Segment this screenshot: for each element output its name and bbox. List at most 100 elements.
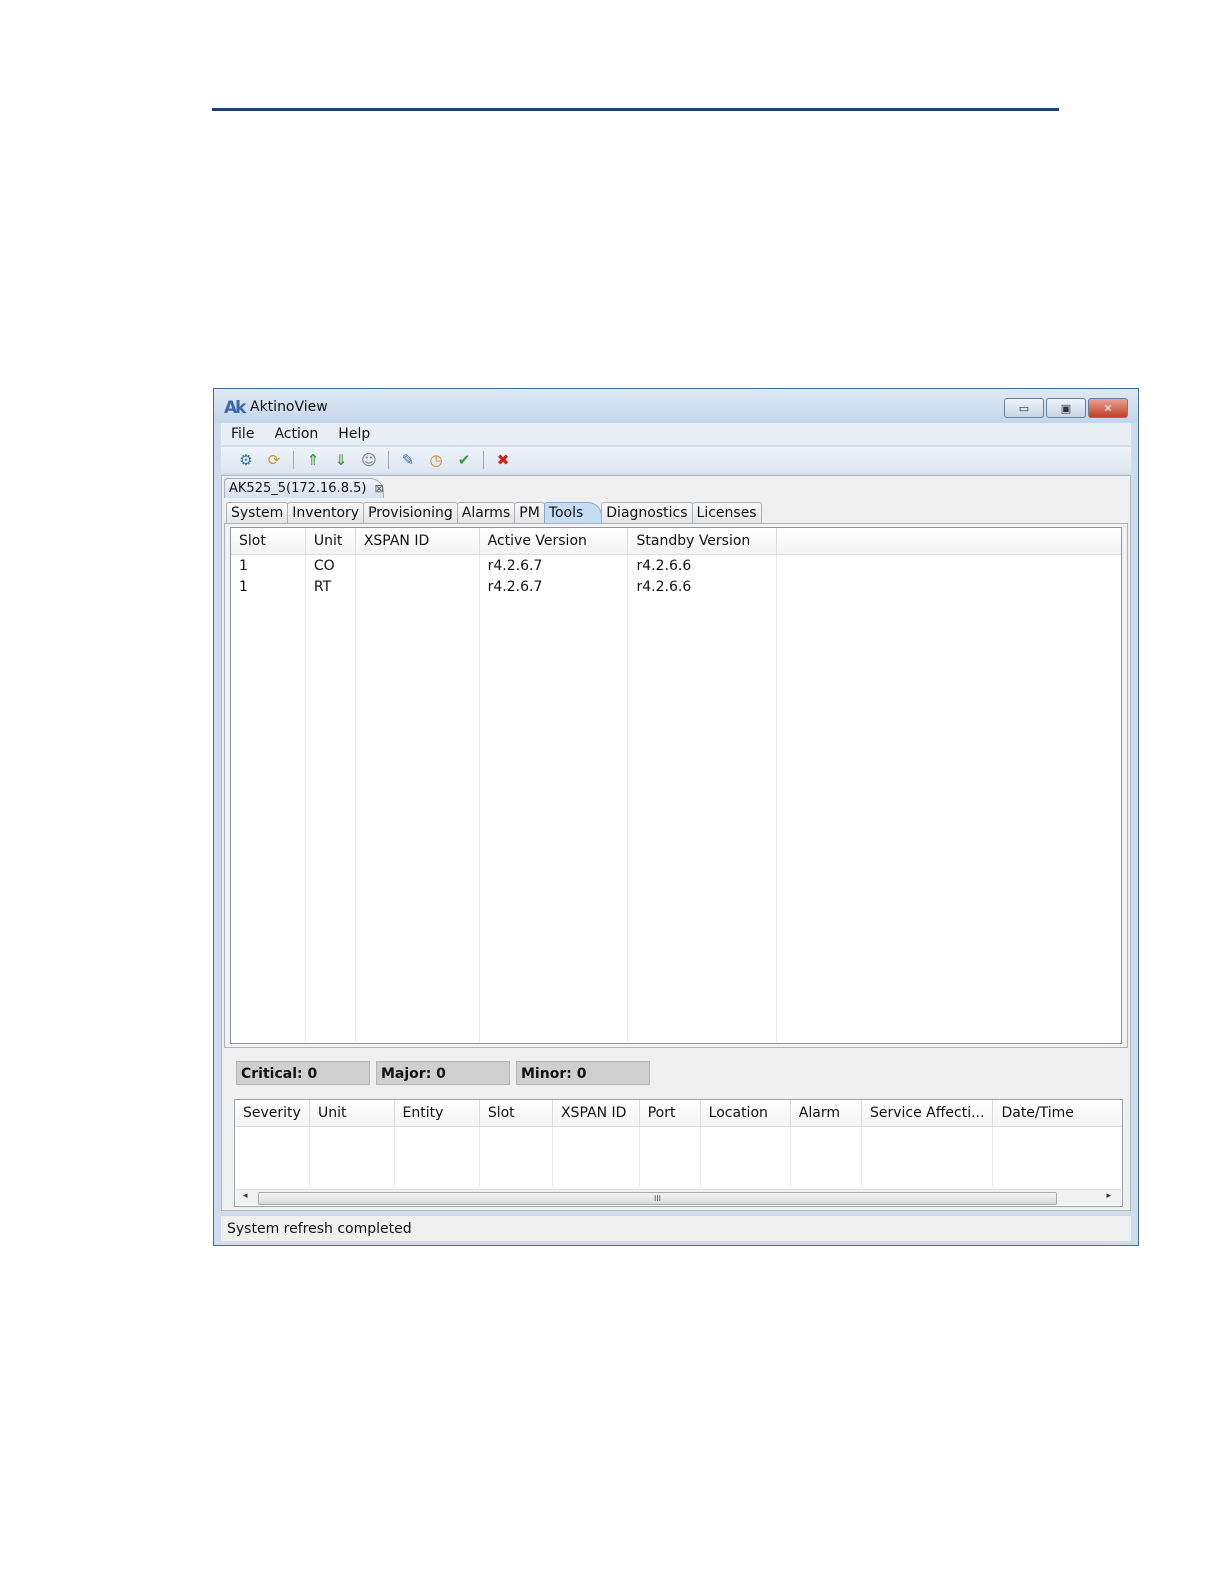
content-area: AK525_5(172.16.8.5) ⊠ System Inventory P… (221, 475, 1131, 1211)
cell-standby-version: r4.2.6.6 (627, 576, 778, 597)
tab-diagnostics[interactable]: Diagnostics (601, 502, 693, 523)
column-header-xspan-id[interactable]: XSPAN ID (552, 1100, 640, 1127)
column-header-unit[interactable]: Unit (305, 528, 356, 555)
refresh-icon[interactable]: ⟳ (263, 449, 285, 471)
tab-alarms[interactable]: Alarms (456, 502, 516, 523)
empty-cell (479, 1126, 553, 1187)
alarms-header-row: Severity Unit Entity Slot XSPAN ID Port … (235, 1100, 1122, 1127)
cell-unit: RT (305, 576, 356, 597)
empty-alarm-area (235, 1126, 1122, 1188)
tab-inventory[interactable]: Inventory (287, 502, 365, 523)
cell-standby-version: r4.2.6.6 (627, 554, 778, 576)
menu-help[interactable]: Help (328, 426, 380, 442)
column-header-entity[interactable]: Entity (394, 1100, 480, 1127)
empty-cell (479, 597, 629, 1043)
window-controls: ▭ ▣ ✕ (1004, 398, 1128, 418)
user-icon[interactable]: ☺ (358, 449, 380, 471)
column-header-location[interactable]: Location (700, 1100, 791, 1127)
cell-filler (777, 555, 1121, 577)
scroll-right-icon[interactable]: ▸ (1106, 1191, 1111, 1201)
scroll-left-icon[interactable]: ◂ (243, 1191, 248, 1201)
app-logo-icon: Ak (224, 398, 247, 418)
column-header-port[interactable]: Port (639, 1100, 701, 1127)
cell-xspan-id (355, 576, 480, 597)
empty-cell (861, 1126, 994, 1187)
empty-cell (627, 597, 778, 1043)
tab-pm[interactable]: PM (514, 502, 545, 523)
menu-action[interactable]: Action (264, 426, 328, 442)
menu-bar: File Action Help (221, 423, 1131, 445)
toolbar-separator (388, 451, 389, 469)
empty-cell (231, 597, 306, 1043)
column-header-date-time[interactable]: Date/Time (992, 1100, 1122, 1127)
upload-icon[interactable]: ⇑ (302, 449, 324, 471)
clock-icon[interactable]: ◷ (425, 449, 447, 471)
alarms-table: Severity Unit Entity Slot XSPAN ID Port … (234, 1099, 1123, 1207)
cell-slot: 1 (231, 576, 306, 597)
table-row[interactable]: 1 RT r4.2.6.7 r4.2.6.6 (231, 576, 1121, 597)
app-window: Ak AktinoView ▭ ▣ ✕ File Action Help ⚙ ⟳… (213, 388, 1139, 1246)
alarm-counts: Critical: 0 Major: 0 Minor: 0 (236, 1061, 650, 1085)
column-header-unit[interactable]: Unit (309, 1100, 395, 1127)
tab-system[interactable]: System (226, 502, 289, 523)
scroll-thumb[interactable]: III (258, 1192, 1057, 1205)
empty-cell (394, 1126, 480, 1187)
empty-cell (552, 1126, 640, 1187)
column-header-active-version[interactable]: Active Version (479, 528, 629, 555)
horizontal-scrollbar[interactable]: ◂ III ▸ (236, 1189, 1121, 1205)
device-tab-label: AK525_5(172.16.8.5) (229, 481, 367, 496)
column-header-severity[interactable]: Severity (235, 1100, 310, 1127)
menu-file[interactable]: File (221, 426, 264, 442)
empty-cell (639, 1126, 701, 1187)
cell-unit: CO (305, 554, 356, 576)
minimize-button[interactable]: ▭ (1004, 398, 1044, 418)
cell-active-version: r4.2.6.7 (479, 576, 629, 597)
tab-tools[interactable]: Tools (543, 502, 603, 523)
tools-panel: Slot Unit XSPAN ID Active Version Standb… (224, 523, 1128, 1048)
column-header-slot[interactable]: Slot (479, 1100, 553, 1127)
column-header-alarm[interactable]: Alarm (790, 1100, 862, 1127)
column-header-standby-version[interactable]: Standby Version (627, 528, 778, 555)
table-row[interactable]: 1 CO r4.2.6.7 r4.2.6.6 (231, 554, 1121, 577)
empty-cell (700, 1126, 791, 1187)
close-button[interactable]: ✕ (1088, 398, 1128, 418)
versions-table: Slot Unit XSPAN ID Active Version Standb… (230, 527, 1122, 1044)
versions-header-row: Slot Unit XSPAN ID Active Version Standb… (231, 528, 1121, 555)
title-bar: Ak AktinoView ▭ ▣ ✕ (214, 389, 1138, 423)
empty-cell (355, 597, 480, 1043)
window-title: AktinoView (250, 399, 328, 415)
toolbar-separator (293, 451, 294, 469)
empty-cell (305, 597, 356, 1043)
empty-cell (777, 597, 1121, 1043)
connect-icon[interactable]: ⚙ (235, 449, 257, 471)
major-count: Major: 0 (376, 1061, 510, 1085)
config-icon[interactable]: ✎ (397, 449, 419, 471)
device-tab[interactable]: AK525_5(172.16.8.5) ⊠ (224, 478, 384, 498)
cell-slot: 1 (231, 554, 306, 576)
stop-icon[interactable]: ✖ (492, 449, 514, 471)
toolbar-separator (483, 451, 484, 469)
check-icon[interactable]: ✔ (453, 449, 475, 471)
status-bar: System refresh completed (221, 1215, 1131, 1241)
empty-table-area (231, 597, 1121, 1043)
tab-provisioning[interactable]: Provisioning (363, 502, 458, 523)
toolbar: ⚙ ⟳ ⇑ ⇓ ☺ ✎ ◷ ✔ ✖ (221, 447, 1131, 473)
empty-cell (993, 1127, 1122, 1188)
maximize-button[interactable]: ▣ (1046, 398, 1086, 418)
tab-licenses[interactable]: Licenses (691, 502, 762, 523)
column-header-xspan-id[interactable]: XSPAN ID (355, 528, 480, 555)
cell-filler (777, 576, 1121, 597)
critical-count: Critical: 0 (236, 1061, 370, 1085)
column-header-service-affecting[interactable]: Service Affecti... (861, 1100, 994, 1127)
minor-count: Minor: 0 (516, 1061, 650, 1085)
empty-cell (235, 1126, 310, 1187)
column-header-slot[interactable]: Slot (231, 528, 306, 555)
tab-strip: System Inventory Provisioning Alarms PM … (226, 502, 762, 523)
page-header-rule (212, 108, 1059, 111)
empty-cell (790, 1126, 862, 1187)
cell-active-version: r4.2.6.7 (479, 554, 629, 576)
device-tab-close-icon[interactable]: ⊠ (374, 482, 383, 495)
column-header-filler (776, 528, 1121, 555)
empty-cell (309, 1126, 395, 1187)
download-icon[interactable]: ⇓ (330, 449, 352, 471)
